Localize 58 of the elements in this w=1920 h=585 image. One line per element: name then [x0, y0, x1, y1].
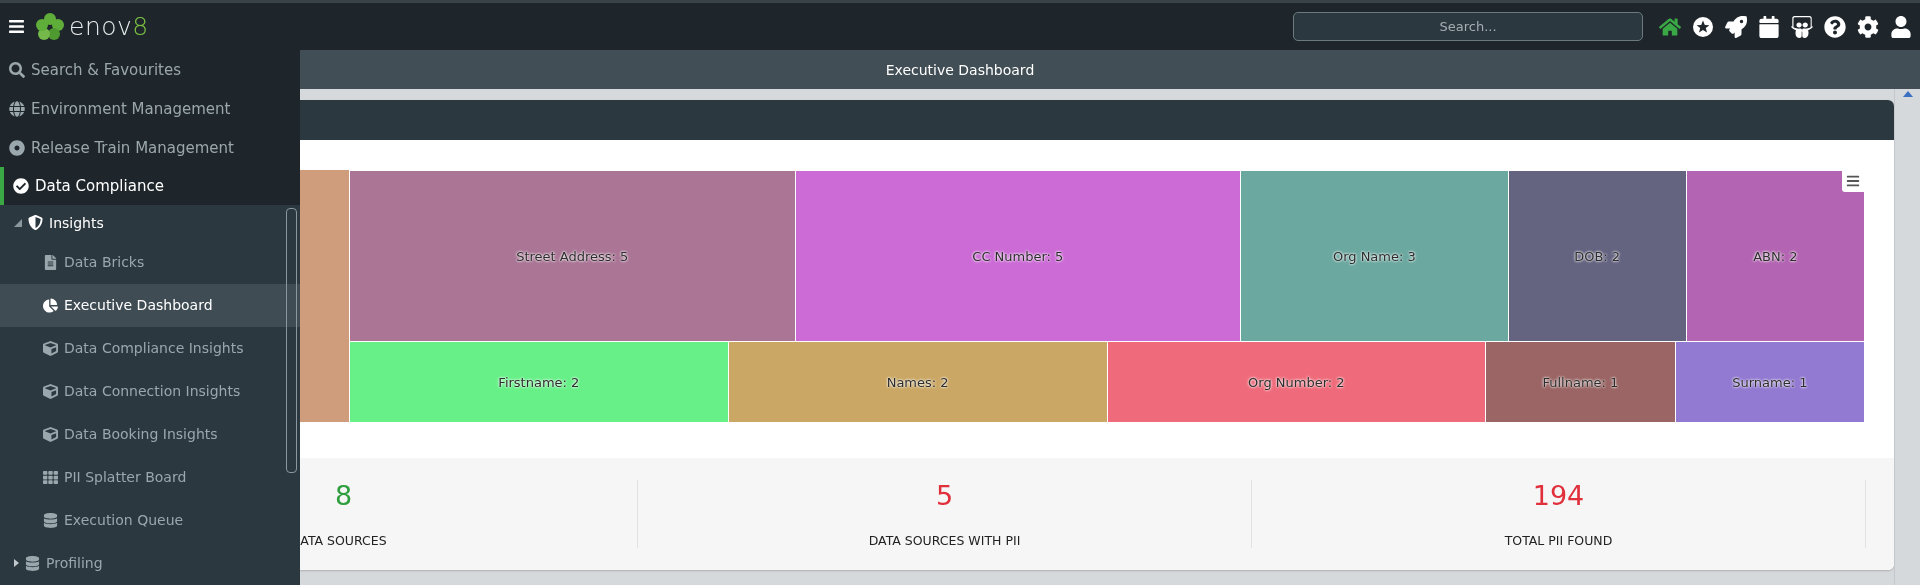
help-button[interactable]	[1824, 15, 1846, 38]
tile-label: Surname: 1	[1732, 374, 1808, 390]
sidebar-item[interactable]: PII Splatter Board	[0, 456, 300, 499]
menu-button[interactable]	[8, 18, 25, 35]
stat-value: 194	[1532, 480, 1585, 511]
scroll-up-icon[interactable]	[1902, 91, 1913, 97]
caret-icon[interactable]	[14, 219, 22, 227]
tile-label: Org Name: 3	[1332, 248, 1416, 264]
sidebar-item[interactable]: Data Booking Insights	[0, 413, 300, 456]
database-icon	[43, 513, 58, 528]
tile-label: Street Address: 5	[516, 248, 629, 264]
stat-label: ATA SOURCES	[300, 533, 387, 548]
sidebar-item[interactable]: Insights	[0, 205, 300, 241]
sidebar-item[interactable]: Search & Favourites	[0, 50, 300, 91]
calendar-button[interactable]	[1758, 15, 1780, 38]
caret-icon[interactable]	[14, 559, 19, 568]
stat-label: DATA SOURCES WITH PII	[868, 533, 1021, 548]
shield-check-icon	[28, 215, 43, 231]
sidebar-item[interactable]: Data Connection Insights	[0, 370, 300, 413]
sidebar-item[interactable]: Release Train Management	[0, 128, 300, 167]
menu-icon	[1846, 174, 1860, 188]
logo-text: enov8	[69, 12, 149, 41]
star-button[interactable]	[1692, 15, 1714, 38]
tile-label: ABN: 2	[1753, 248, 1798, 264]
page-title: Executive Dashboard	[885, 61, 1035, 78]
sidebar-item[interactable]: Execution Queue	[0, 499, 300, 542]
sidebar-item[interactable]: Profiling	[0, 542, 300, 585]
cube-icon	[43, 341, 58, 356]
stat-label: TOTAL PII FOUND	[1504, 533, 1613, 548]
tile-label: Names: 2	[886, 374, 949, 390]
sidebar-item[interactable]: Data Compliance Insights	[0, 327, 300, 370]
sidebar-item[interactable]: Environment Management	[0, 90, 300, 129]
user-button[interactable]	[1890, 15, 1912, 38]
document-icon	[43, 255, 58, 270]
target-icon	[9, 139, 25, 156]
tile-label: CC Number: 5	[972, 248, 1064, 264]
cube-icon	[43, 427, 58, 442]
sidebar-item[interactable]: Data Bricks	[0, 241, 300, 284]
cube-icon	[43, 384, 58, 399]
stat-value: 5	[935, 480, 954, 511]
home-button[interactable]	[1659, 15, 1681, 38]
settings-button[interactable]	[1857, 15, 1879, 38]
database-icon	[25, 556, 40, 571]
tile-label: Org Number: 2	[1248, 374, 1345, 390]
scrollbar[interactable]	[286, 208, 297, 473]
rocket-button[interactable]	[1725, 15, 1747, 38]
search-field[interactable]: Search...	[1293, 12, 1643, 41]
globe-icon	[9, 101, 25, 118]
search-icon	[9, 62, 25, 79]
clover-logo-icon	[35, 11, 65, 42]
stat-value: 8	[334, 480, 353, 511]
tile-label: Fullname: 1	[1542, 374, 1619, 390]
presentation-button[interactable]	[1791, 15, 1813, 38]
tile-label: DOB: 2	[1574, 248, 1621, 264]
tile-label: Firstname: 2	[498, 374, 580, 390]
sidebar-item[interactable]: Executive Dashboard	[0, 284, 300, 327]
grid-icon	[43, 470, 58, 485]
pie-chart-icon	[43, 298, 58, 313]
